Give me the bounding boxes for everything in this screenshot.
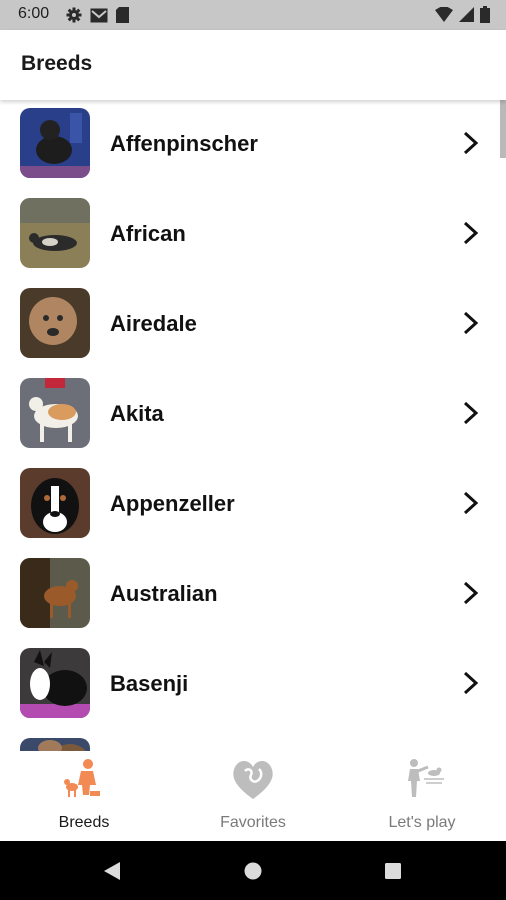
home-icon[interactable]: [244, 862, 262, 880]
status-icons-left: [66, 7, 129, 28]
favorites-icon: [233, 761, 273, 799]
app-bar: Breeds: [0, 30, 506, 100]
system-navigation-bar: [0, 841, 506, 900]
breed-name: Australian: [110, 581, 218, 606]
breed-thumbnail: [20, 378, 90, 448]
tab-label: Let's play: [388, 814, 456, 831]
tab-breeds[interactable]: Breeds: [0, 751, 168, 841]
status-bar: 6:00: [0, 0, 506, 30]
screen: 6:00 Breeds Affenpinscher African Aireda…: [0, 0, 506, 900]
breed-thumbnail: [20, 288, 90, 358]
chevron-right-icon: [463, 491, 479, 515]
gear-icon: [66, 7, 82, 28]
chevron-right-icon: [463, 671, 479, 695]
battery-icon: [480, 6, 490, 28]
wifi-icon: [435, 5, 453, 27]
breed-thumbnail: [20, 108, 90, 178]
chevron-right-icon: [463, 131, 479, 155]
list-item[interactable]: Akita: [0, 370, 506, 460]
breed-thumbnail: [20, 648, 90, 718]
chevron-right-icon: [463, 221, 479, 245]
tab-label: Favorites: [220, 814, 286, 831]
breed-thumbnail: [20, 198, 90, 268]
breed-thumbnail: [20, 558, 90, 628]
breed-name: Akita: [110, 401, 164, 426]
breed-name: Airedale: [110, 311, 197, 336]
breed-name: African: [110, 221, 186, 246]
back-icon[interactable]: [103, 861, 121, 881]
chevron-right-icon: [463, 401, 479, 425]
breed-name: Appenzeller: [110, 491, 235, 516]
status-icons-right: [435, 5, 490, 28]
chevron-right-icon: [463, 581, 479, 605]
list-item[interactable]: [0, 730, 506, 751]
breed-name: Affenpinscher: [110, 131, 258, 156]
status-time: 6:00: [18, 5, 50, 22]
bottom-navigation: Breeds Favorites Let's play: [0, 751, 506, 841]
tab-lets-play[interactable]: Let's play: [338, 751, 506, 841]
list-item[interactable]: Affenpinscher: [0, 100, 506, 190]
list-item[interactable]: Australian: [0, 550, 506, 640]
list-item[interactable]: African: [0, 190, 506, 280]
lets-play-icon: [408, 759, 444, 797]
list-item[interactable]: Appenzeller: [0, 460, 506, 550]
breed-thumbnail: [20, 738, 90, 751]
chevron-right-icon: [463, 311, 479, 335]
tab-label: Breeds: [58, 814, 110, 831]
breeds-icon: [64, 759, 100, 797]
page-title: Breeds: [21, 52, 93, 75]
recents-icon[interactable]: [384, 862, 402, 880]
list-item[interactable]: Airedale: [0, 280, 506, 370]
breed-thumbnail: [20, 468, 90, 538]
breed-name: Basenji: [110, 671, 189, 696]
list-item[interactable]: Basenji: [0, 640, 506, 730]
cell-signal-icon: [459, 7, 474, 27]
tab-favorites[interactable]: Favorites: [169, 751, 337, 841]
gmail-icon: [90, 8, 108, 28]
breed-list[interactable]: Affenpinscher African Airedale Akita App…: [0, 100, 506, 751]
sd-card-icon: [116, 7, 129, 28]
